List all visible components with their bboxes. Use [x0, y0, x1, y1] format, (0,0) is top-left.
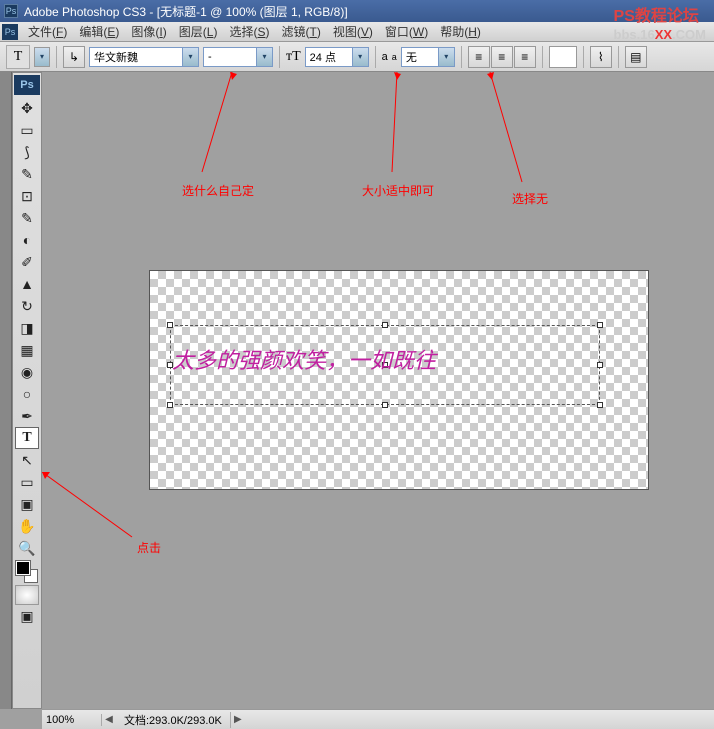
tool-preset-dropdown[interactable]: ▾ [34, 47, 50, 67]
zoom-level[interactable]: 100% [42, 714, 102, 726]
hand-tool[interactable]: ✋ [15, 515, 39, 537]
menu-layer[interactable]: 图层(L) [173, 21, 224, 42]
window-titlebar: Ps Adobe Photoshop CS3 - [无标题-1 @ 100% (… [0, 0, 714, 22]
transparency-background: 太多的强颜欢笑，一如既往 [150, 271, 648, 489]
chevron-down-icon: ▾ [256, 48, 272, 66]
photoshop-app-icon: Ps [4, 4, 18, 18]
eraser-tool[interactable]: ◨ [15, 317, 39, 339]
blur-tool[interactable]: ◉ [15, 361, 39, 383]
tool-preset-type-icon[interactable]: T [6, 45, 30, 69]
document-info[interactable]: 文档:293.0K/293.0K [116, 712, 231, 728]
palette-dock-tab[interactable] [0, 72, 12, 709]
font-size-dropdown[interactable]: 24 点 ▾ [305, 47, 369, 67]
menu-select[interactable]: 选择(S) [223, 21, 275, 42]
menubar: Ps 文件(F) 编辑(E) 图像(I) 图层(L) 选择(S) 滤镜(T) 视… [0, 22, 714, 42]
move-tool[interactable]: ✥ [15, 97, 39, 119]
main-workspace: Ps ✥ ▭ ⟆ ✎ ⊡ ✎ ◐ ✐ ▲ ↻ ◨ ▦ ◉ ○ ✒ T ↖ ▭ ▣… [0, 72, 714, 709]
align-right-button[interactable]: ≡ [514, 46, 536, 68]
status-bar: 100% ◀ 文档:293.0K/293.0K ▶ [42, 709, 714, 729]
text-orientation-button[interactable]: ↳ [63, 46, 85, 68]
annotation-size-label: 大小适中即可 [362, 182, 434, 199]
menu-filter[interactable]: 滤镜(T) [275, 21, 326, 42]
annotation-font-label: 选什么自己定 [182, 182, 254, 199]
font-family-value: 华文新魏 [90, 49, 182, 65]
screen-mode-button[interactable]: ▣ [15, 605, 39, 627]
annotation-tool-label: 点击 [137, 539, 161, 556]
annotation-arrow-size [387, 72, 407, 177]
quickmask-button[interactable] [15, 585, 39, 605]
notes-tool[interactable]: ▣ [15, 493, 39, 515]
gradient-tool[interactable]: ▦ [15, 339, 39, 361]
statusbar-left-arrow[interactable]: ◀ [102, 714, 116, 725]
chevron-down-icon: ▾ [182, 48, 198, 66]
text-align-group: ≡ ≡ ≡ [468, 46, 536, 68]
menu-file[interactable]: 文件(F) [22, 21, 73, 42]
statusbar-right-arrow[interactable]: ▶ [231, 714, 245, 725]
menu-view[interactable]: 视图(V) [327, 21, 379, 42]
history-brush-tool[interactable]: ↻ [15, 295, 39, 317]
color-swatches[interactable] [16, 561, 38, 583]
menu-image[interactable]: 图像(I) [125, 21, 172, 42]
zoom-tool[interactable]: 🔍 [15, 537, 39, 559]
annotation-aa-label: 选择无 [512, 190, 548, 207]
menu-edit[interactable]: 编辑(E) [73, 21, 125, 42]
pen-tool[interactable]: ✒ [15, 405, 39, 427]
dodge-tool[interactable]: ○ [15, 383, 39, 405]
canvas-area: 选什么自己定 大小适中即可 选择无 点击 太多的强颜欢 [42, 72, 714, 709]
shape-tool[interactable]: ▭ [15, 471, 39, 493]
antialias-value: 无 [402, 49, 438, 65]
photoshop-menu-icon: Ps [2, 24, 18, 40]
tools-panel: Ps ✥ ▭ ⟆ ✎ ⊡ ✎ ◐ ✐ ▲ ↻ ◨ ▦ ◉ ○ ✒ T ↖ ▭ ▣… [12, 72, 42, 709]
annotation-arrow-tool [42, 472, 137, 542]
antialias-dropdown[interactable]: 无 ▾ [401, 47, 455, 67]
document-canvas[interactable]: 太多的强颜欢笑，一如既往 [149, 270, 649, 490]
font-family-dropdown[interactable]: 华文新魏 ▾ [89, 47, 199, 67]
font-size-value: 24 点 [306, 49, 352, 65]
brush-tool[interactable]: ✐ [15, 251, 39, 273]
align-center-button[interactable]: ≡ [491, 46, 513, 68]
path-select-tool[interactable]: ↖ [15, 449, 39, 471]
options-bar: T ▾ ↳ 华文新魏 ▾ - ▾ тT 24 点 ▾ aa 无 ▾ ≡ ≡ ≡ … [0, 42, 714, 72]
annotation-arrow-aa [487, 72, 527, 187]
font-style-dropdown[interactable]: - ▾ [203, 47, 273, 67]
tutorial-watermark: PS教程论坛 bbs.16XX.COM [614, 2, 706, 44]
character-panel-button[interactable]: ▤ [625, 46, 647, 68]
type-tool[interactable]: T [15, 427, 39, 449]
eyedropper-tool[interactable]: ✎ [15, 207, 39, 229]
menu-help[interactable]: 帮助(H) [434, 21, 487, 42]
lasso-tool[interactable]: ⟆ [15, 141, 39, 163]
tools-header-icon: Ps [14, 75, 40, 95]
canvas-text-layer[interactable]: 太多的强颜欢笑，一如既往 [172, 343, 436, 375]
menu-window[interactable]: 窗口(W) [379, 21, 434, 42]
font-size-icon: тT [286, 49, 301, 65]
chevron-down-icon: ▾ [438, 48, 454, 66]
font-style-value: - [204, 51, 256, 63]
antialias-label: a [382, 51, 388, 63]
align-left-button[interactable]: ≡ [468, 46, 490, 68]
quick-select-tool[interactable]: ✎ [15, 163, 39, 185]
crop-tool[interactable]: ⊡ [15, 185, 39, 207]
warp-text-button[interactable]: ⌇ [590, 46, 612, 68]
annotation-arrow-font [197, 72, 237, 177]
stamp-tool[interactable]: ▲ [15, 273, 39, 295]
chevron-down-icon: ▾ [352, 48, 368, 66]
text-color-swatch[interactable] [549, 46, 577, 68]
healing-tool[interactable]: ◐ [15, 229, 39, 251]
marquee-tool[interactable]: ▭ [15, 119, 39, 141]
window-title: Adobe Photoshop CS3 - [无标题-1 @ 100% (图层 … [24, 3, 348, 20]
